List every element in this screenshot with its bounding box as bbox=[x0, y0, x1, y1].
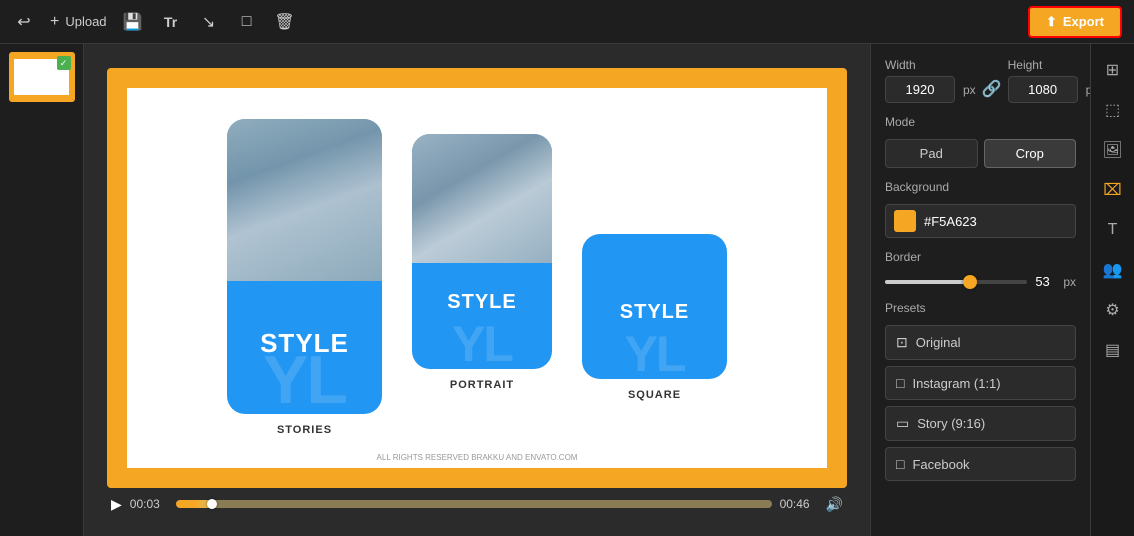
text-tool-icon[interactable]: T bbox=[1097, 214, 1129, 246]
preset-original-label: Original bbox=[916, 335, 961, 350]
width-group: Width px bbox=[885, 58, 976, 103]
height-label: Height bbox=[1008, 58, 1090, 72]
color-swatch[interactable] bbox=[894, 210, 916, 232]
slider-thumb[interactable] bbox=[963, 275, 977, 289]
playback-bar: ▶ 00:03 00:46 🔊 bbox=[107, 496, 847, 513]
border-value: 53 bbox=[1035, 274, 1055, 289]
border-unit: px bbox=[1063, 275, 1076, 289]
facebook-icon: □ bbox=[896, 456, 904, 472]
upload-button[interactable]: + Upload bbox=[50, 13, 107, 31]
original-icon: ⊡ bbox=[896, 334, 908, 351]
people-icon[interactable]: 👥 bbox=[1097, 254, 1129, 286]
filter-icon[interactable]: ⚙ bbox=[1097, 294, 1129, 326]
border-section: Border 53 px bbox=[885, 250, 1076, 289]
card-photo-1 bbox=[227, 119, 382, 281]
thumbnail-item[interactable]: ✓ bbox=[9, 52, 75, 102]
preset-instagram-label: Instagram (1:1) bbox=[912, 376, 1000, 391]
width-label: Width bbox=[885, 58, 976, 72]
export-label: Export bbox=[1063, 14, 1104, 29]
delete-icon[interactable]: 🗑 bbox=[273, 10, 297, 34]
border-label: Border bbox=[885, 250, 1076, 264]
preset-facebook-label: Facebook bbox=[912, 457, 969, 472]
toolbar-left: ↩ + Upload 💾 Tr ↘ □ 🗑 bbox=[12, 10, 1012, 34]
background-section: Background #F5A623 bbox=[885, 180, 1076, 238]
arrow-icon[interactable]: ↘ bbox=[197, 10, 221, 34]
canvas-footer: ALL RIGHTS RESERVED BRAKKU AND ENVATO.CO… bbox=[377, 453, 578, 462]
card-caption-2: PORTRAIT bbox=[450, 379, 514, 391]
undo-icon[interactable]: ↩ bbox=[12, 10, 36, 34]
mode-label: Mode bbox=[885, 115, 1076, 129]
progress-thumb[interactable] bbox=[207, 499, 217, 509]
preset-facebook-button[interactable]: □ Facebook bbox=[885, 447, 1076, 481]
card-square: YL STYLE bbox=[582, 234, 727, 379]
slider-fill bbox=[885, 280, 970, 284]
save-icon[interactable]: 💾 bbox=[121, 10, 145, 34]
link-icon[interactable]: 🔗 bbox=[982, 79, 1002, 99]
width-input[interactable] bbox=[885, 76, 955, 103]
card-photo-2 bbox=[412, 134, 552, 263]
preset-original-button[interactable]: ⊡ Original bbox=[885, 325, 1076, 360]
plus-icon: + bbox=[50, 13, 59, 31]
icon-bar: ⊞ ⬚ 🖼 ⌧ T 👥 ⚙ ▤ bbox=[1090, 44, 1134, 536]
upload-label: Upload bbox=[65, 14, 106, 29]
export-button[interactable]: ⬆ Export bbox=[1028, 6, 1122, 38]
card-bg-text-2: YL bbox=[452, 319, 512, 369]
layers-icon[interactable]: ▤ bbox=[1097, 334, 1129, 366]
story-icon: ▭ bbox=[896, 415, 909, 432]
instagram-icon: □ bbox=[896, 375, 904, 391]
shape-icon[interactable]: □ bbox=[235, 10, 259, 34]
progress-track[interactable] bbox=[176, 500, 772, 508]
background-label: Background bbox=[885, 180, 1076, 194]
image-icon[interactable]: 🖼 bbox=[1097, 134, 1129, 166]
mode-crop-button[interactable]: Crop bbox=[984, 139, 1077, 168]
grid-icon[interactable]: ⊞ bbox=[1097, 54, 1129, 86]
width-unit: px bbox=[963, 83, 976, 97]
play-button[interactable]: ▶ bbox=[111, 496, 122, 513]
right-panel: Width px 🔗 Height px Mode bbox=[870, 44, 1090, 536]
preset-story-button[interactable]: ▭ Story (9:16) bbox=[885, 406, 1076, 441]
preset-instagram-button[interactable]: □ Instagram (1:1) bbox=[885, 366, 1076, 400]
frame-icon[interactable]: ⬚ bbox=[1097, 94, 1129, 126]
canvas-area: YL STYLE STORIES YL STYLE PORTRAIT bbox=[84, 44, 870, 536]
card-caption-1: STORIES bbox=[277, 424, 332, 436]
canvas-white: YL STYLE STORIES YL STYLE PORTRAIT bbox=[127, 88, 827, 468]
progress-fill-right bbox=[212, 500, 772, 508]
dimensions-row: Width px 🔗 Height px bbox=[885, 58, 1076, 103]
export-icon: ⬆ bbox=[1046, 14, 1057, 30]
left-sidebar: ✓ bbox=[0, 44, 84, 536]
card-label-3: STYLE bbox=[620, 301, 689, 324]
dimensions-section: Width px 🔗 Height px bbox=[885, 58, 1076, 103]
crop-icon[interactable]: ⌧ bbox=[1097, 174, 1129, 206]
card-stories: YL STYLE bbox=[227, 119, 382, 414]
preset-story-label: Story (9:16) bbox=[917, 416, 985, 431]
color-value: #F5A623 bbox=[924, 214, 977, 229]
mode-pad-button[interactable]: Pad bbox=[885, 139, 978, 168]
canvas-frame: YL STYLE STORIES YL STYLE PORTRAIT bbox=[107, 68, 847, 488]
height-input[interactable] bbox=[1008, 76, 1078, 103]
text-icon[interactable]: Tr bbox=[159, 10, 183, 34]
time-end: 00:46 bbox=[780, 497, 818, 511]
card-caption-3: SQUARE bbox=[628, 389, 681, 401]
card-label-1: STYLE bbox=[260, 328, 349, 359]
mode-row: Pad Crop bbox=[885, 139, 1076, 168]
main-area: ✓ YL STYLE STORIES bbox=[0, 44, 1134, 536]
card-portrait: YL STYLE bbox=[412, 134, 552, 369]
presets-label: Presets bbox=[885, 301, 1076, 315]
width-row: px bbox=[885, 76, 976, 103]
slider-row: 53 px bbox=[885, 274, 1076, 289]
card-bg-text-3: YL bbox=[625, 329, 685, 379]
height-group: Height px bbox=[1008, 58, 1090, 103]
border-slider[interactable] bbox=[885, 280, 1027, 284]
card-label-2: STYLE bbox=[447, 291, 516, 314]
height-row: px bbox=[1008, 76, 1090, 103]
toolbar: ↩ + Upload 💾 Tr ↘ □ 🗑 ⬆ Export bbox=[0, 0, 1134, 44]
color-row[interactable]: #F5A623 bbox=[885, 204, 1076, 238]
time-start: 00:03 bbox=[130, 497, 168, 511]
presets-section: Presets ⊡ Original □ Instagram (1:1) ▭ S… bbox=[885, 301, 1076, 481]
mode-section: Mode Pad Crop bbox=[885, 115, 1076, 168]
volume-icon[interactable]: 🔊 bbox=[826, 496, 843, 513]
thumb-check: ✓ bbox=[57, 56, 71, 70]
